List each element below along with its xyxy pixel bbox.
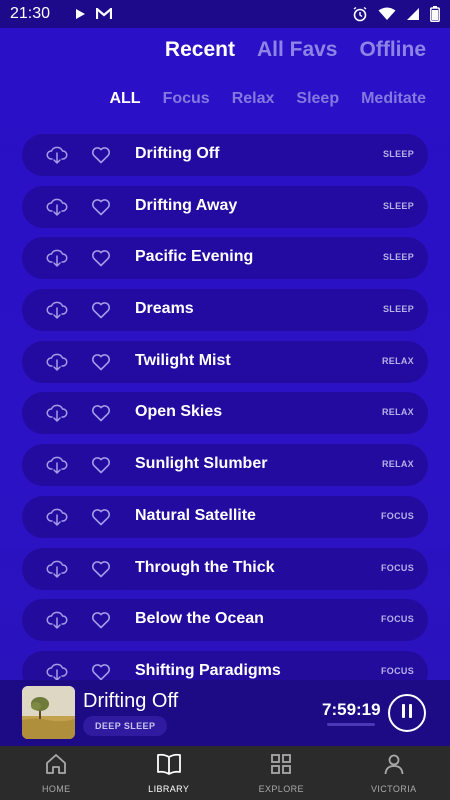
track-category: RELAX — [381, 459, 414, 470]
track-list: Drifting Off SLEEP Drifting Away SLEEP P… — [22, 134, 428, 680]
track-row[interactable]: Natural Satellite FOCUS — [22, 495, 428, 538]
status-time: 21:30 — [10, 5, 51, 22]
status-bar: 21:30 — [0, 0, 450, 28]
track-row[interactable]: Drifting Off SLEEP — [22, 134, 428, 176]
category-tabs: ALL Focus Relax Sleep Meditate — [109, 90, 426, 108]
nav-home[interactable]: HOME — [0, 746, 113, 800]
heart-icon[interactable] — [90, 247, 112, 269]
top-tabs: Recent All Favs Offline — [165, 38, 426, 62]
pause-icon — [400, 703, 414, 724]
signal-icon — [406, 7, 420, 21]
track-title: Through the Thick — [135, 558, 275, 576]
track-category: FOCUS — [381, 665, 414, 676]
alarm-icon — [352, 6, 368, 22]
bottom-nav: HOME LIBRARY EXPLORE VICTORIA — [0, 746, 450, 800]
nav-explore-label: EXPLORE — [258, 784, 304, 794]
track-category: FOCUS — [381, 562, 414, 573]
download-icon[interactable] — [46, 558, 68, 580]
download-icon[interactable] — [46, 609, 68, 631]
now-playing-bar[interactable]: Drifting Off DEEP SLEEP 7:59:19 — [0, 680, 450, 746]
track-row[interactable]: Sunlight Slumber RELAX — [22, 444, 428, 487]
track-row[interactable]: Through the Thick FOCUS — [22, 547, 428, 590]
download-icon[interactable] — [46, 247, 68, 269]
nav-explore[interactable]: EXPLORE — [225, 746, 338, 800]
nav-library-label: LIBRARY — [148, 784, 190, 794]
track-title: Drifting Off — [135, 145, 220, 162]
heart-icon[interactable] — [90, 609, 112, 631]
track-row[interactable]: Drifting Away SLEEP — [22, 185, 428, 228]
grid-icon — [269, 752, 293, 781]
track-title: Twilight Mist — [135, 351, 231, 369]
download-icon[interactable] — [46, 454, 68, 476]
heart-icon[interactable] — [90, 506, 112, 528]
category-tab-relax[interactable]: Relax — [232, 90, 275, 108]
progress-bar[interactable] — [327, 723, 375, 726]
track-title: Open Skies — [135, 403, 223, 421]
now-playing-title: Drifting Off — [83, 690, 179, 712]
track-title: Below the Ocean — [135, 610, 264, 628]
heart-icon[interactable] — [90, 299, 112, 321]
category-tab-all[interactable]: ALL — [109, 90, 140, 108]
download-icon[interactable] — [46, 299, 68, 321]
heart-icon[interactable] — [90, 351, 112, 373]
category-tab-sleep[interactable]: Sleep — [296, 90, 339, 108]
nav-library[interactable]: LIBRARY — [113, 746, 226, 800]
heart-icon[interactable] — [90, 144, 112, 166]
person-icon — [382, 752, 406, 781]
download-icon[interactable] — [46, 661, 68, 680]
tab-recent[interactable]: Recent — [165, 38, 235, 62]
nav-profile[interactable]: VICTORIA — [338, 746, 450, 800]
time-remaining: 7:59:19 — [322, 700, 381, 719]
category-tab-focus[interactable]: Focus — [163, 90, 210, 108]
download-icon[interactable] — [46, 196, 68, 218]
track-category: FOCUS — [381, 614, 414, 625]
battery-icon — [430, 6, 440, 22]
category-tab-meditate[interactable]: Meditate — [361, 90, 426, 108]
track-title: Pacific Evening — [135, 248, 254, 266]
album-art[interactable] — [22, 686, 75, 739]
download-icon[interactable] — [46, 402, 68, 424]
tab-all-favs[interactable]: All Favs — [257, 38, 338, 62]
book-icon — [156, 752, 182, 781]
track-row[interactable]: Pacific Evening SLEEP — [22, 237, 428, 280]
track-row[interactable]: Below the Ocean FOCUS — [22, 599, 428, 642]
now-playing-badge: DEEP SLEEP — [83, 716, 168, 736]
track-category: SLEEP — [382, 304, 414, 315]
download-icon[interactable] — [46, 351, 68, 373]
track-category: SLEEP — [382, 149, 414, 159]
download-icon[interactable] — [46, 506, 68, 528]
heart-icon[interactable] — [90, 196, 112, 218]
track-title: Shifting Paradigms — [135, 661, 281, 679]
track-category: RELAX — [381, 355, 414, 366]
download-icon[interactable] — [46, 144, 68, 166]
track-title: Drifting Away — [135, 196, 238, 214]
heart-icon[interactable] — [90, 558, 112, 580]
track-category: FOCUS — [381, 510, 414, 521]
gmail-icon — [96, 8, 113, 20]
track-row[interactable]: Open Skies RELAX — [22, 392, 428, 435]
pause-button[interactable] — [388, 694, 426, 732]
tab-offline[interactable]: Offline — [360, 38, 427, 62]
track-row[interactable]: Dreams SLEEP — [22, 289, 428, 332]
track-row[interactable]: Twilight Mist RELAX — [22, 340, 428, 383]
nav-home-label: HOME — [41, 784, 71, 794]
play-icon — [74, 8, 86, 20]
track-row[interactable]: Shifting Paradigms FOCUS — [22, 650, 428, 680]
track-category: SLEEP — [382, 252, 414, 263]
wifi-icon — [378, 7, 396, 21]
track-title: Dreams — [135, 300, 194, 318]
home-icon — [44, 752, 68, 781]
heart-icon[interactable] — [90, 661, 112, 680]
track-category: RELAX — [381, 407, 414, 418]
track-title: Natural Satellite — [135, 506, 256, 524]
heart-icon[interactable] — [90, 454, 112, 476]
track-title: Sunlight Slumber — [135, 455, 268, 473]
track-category: SLEEP — [382, 200, 414, 211]
heart-icon[interactable] — [90, 402, 112, 424]
nav-profile-label: VICTORIA — [370, 784, 417, 794]
